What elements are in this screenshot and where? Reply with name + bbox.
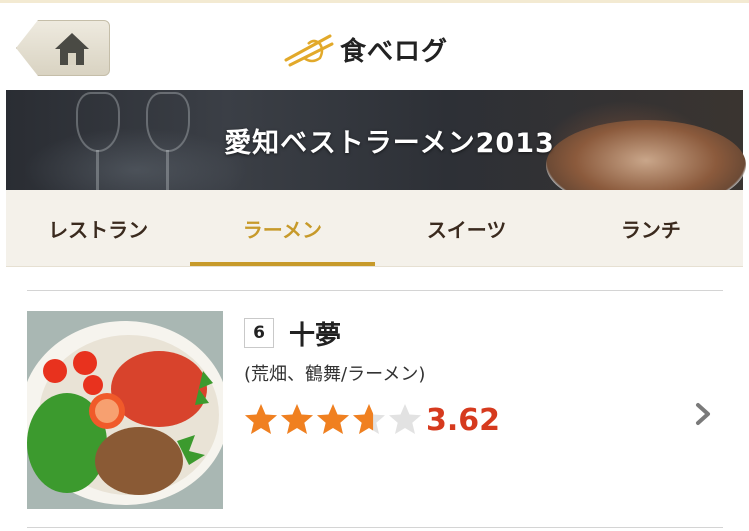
banner: 愛知ベストラーメン2013 [6, 90, 746, 210]
banner-title: 愛知ベストラーメン2013 [224, 127, 555, 159]
tab-sweets[interactable]: スイーツ [375, 190, 559, 266]
tab-restaurant[interactable]: レストラン [6, 190, 190, 266]
tab-lunch[interactable]: ランチ [559, 190, 743, 266]
star-icon [353, 404, 385, 434]
list-divider-top [27, 290, 723, 291]
restaurant-area-genre: (荒畑、鶴舞/ラーメン) [244, 364, 426, 385]
list-item[interactable]: 6 十夢 (荒畑、鶴舞/ラーメン) 3.62 [27, 311, 723, 509]
rating-score: 3.62 [426, 403, 501, 438]
home-button[interactable] [16, 20, 110, 76]
star-icon [245, 404, 277, 434]
list-divider-bottom [27, 527, 723, 528]
app-header: 食べログ [0, 3, 749, 90]
tabelog-logo[interactable]: 食べログ [284, 29, 448, 69]
star-icon [317, 404, 349, 434]
home-icon [55, 33, 89, 65]
chopsticks-hand-icon [284, 34, 334, 67]
tab-ramen[interactable]: ラーメン [190, 190, 375, 266]
star-rating [244, 403, 424, 435]
chevron-right-icon[interactable] [692, 399, 716, 429]
star-icon [281, 404, 313, 434]
rank-badge: 6 [244, 318, 274, 348]
star-icon [389, 404, 421, 434]
category-tabs: レストラン ラーメン スイーツ ランチ [6, 190, 743, 267]
logo-text: 食べログ [340, 36, 449, 67]
ramen-thumbnail [27, 311, 223, 509]
restaurant-name: 十夢 [289, 321, 342, 351]
